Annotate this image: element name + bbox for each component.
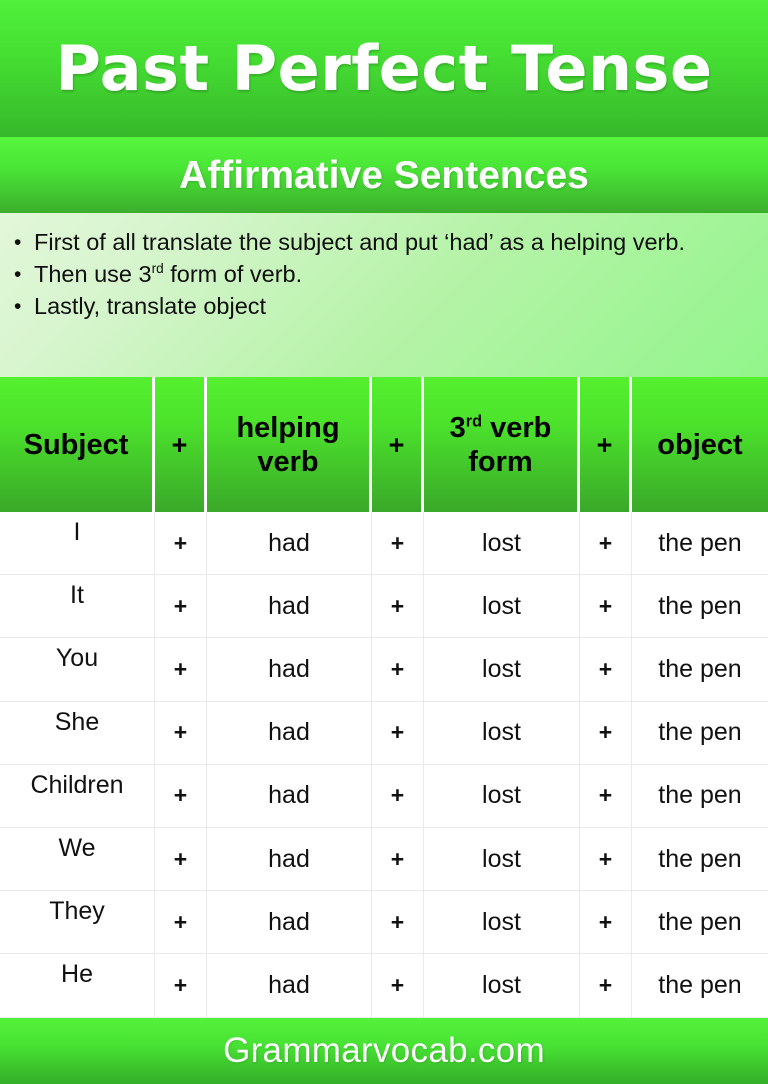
site-credit: Grammarvocab.com	[223, 1030, 545, 1070]
cell-object: the pen	[658, 907, 742, 936]
table-row: They + had + lost + the pen	[0, 891, 768, 955]
verb-form-ordinal-suffix: rd	[465, 411, 483, 430]
cell-plus-1: +	[155, 701, 207, 764]
cell-object: the pen	[658, 844, 742, 873]
table-row: You + had + lost + the pen	[0, 638, 768, 702]
cell-helping-verb: had	[207, 638, 372, 701]
column-header-verb-form-line2: form	[468, 445, 533, 478]
cell-plus-1: +	[155, 575, 207, 638]
table-row: We + had + lost + the pen	[0, 827, 768, 892]
cell-helping-verb: had	[207, 954, 372, 1017]
cell-helping-verb: had	[207, 764, 372, 827]
cell-object: the pen	[658, 591, 742, 620]
cell-plus-2: +	[372, 701, 424, 764]
rule-item: Then use 3rd form of verb.	[12, 259, 754, 290]
cell-subject: Children	[0, 764, 155, 827]
column-header-object: object	[657, 428, 743, 461]
rule-item: Lastly, translate object	[12, 291, 754, 322]
cell-verb-form: lost	[424, 512, 580, 575]
cell-subject: She	[0, 701, 155, 764]
cell-subject: It	[0, 575, 155, 638]
column-header-helping-verb-line1: helping	[236, 411, 340, 444]
column-header-plus-3: +	[580, 377, 632, 512]
rule-text-rest: form of verb.	[163, 261, 303, 287]
rule-text: Lastly, translate object	[34, 293, 267, 319]
subtitle: Affirmative Sentences	[179, 153, 589, 197]
cell-plus-1: +	[155, 891, 207, 954]
cell-plus-2: +	[372, 891, 424, 954]
cell-plus-3: +	[580, 512, 632, 575]
cell-subject: I	[0, 512, 155, 575]
cell-object: the pen	[658, 528, 742, 557]
cell-plus-2: +	[372, 512, 424, 575]
verb-form-ordinal: 3	[449, 411, 466, 444]
cell-plus-3: +	[580, 764, 632, 827]
cell-helping-verb: had	[207, 575, 372, 638]
cell-verb-form: lost	[424, 575, 580, 638]
rule-text: Then use 3	[34, 261, 152, 287]
cell-subject: He	[0, 954, 155, 1017]
table-row: I + had + lost + the pen	[0, 512, 768, 576]
cell-plus-1: +	[155, 827, 207, 891]
column-header-plus-2: +	[372, 377, 424, 512]
cell-verb-form: lost	[424, 638, 580, 701]
cell-object: the pen	[658, 781, 742, 810]
title-banner: Past Perfect Tense	[0, 0, 768, 137]
cell-plus-1: +	[155, 638, 207, 701]
verb-form-word: verb	[482, 411, 552, 444]
cell-verb-form: lost	[424, 891, 580, 954]
cell-subject: You	[0, 638, 155, 701]
cell-plus-1: +	[155, 954, 207, 1017]
cell-plus-3: +	[580, 575, 632, 638]
past-perfect-tense-poster: Past Perfect Tense Affirmative Sentences…	[0, 0, 768, 1084]
subtitle-banner: Affirmative Sentences	[0, 137, 768, 213]
cell-plus-3: +	[580, 954, 632, 1017]
cell-verb-form: lost	[424, 764, 580, 827]
cell-object: the pen	[658, 970, 742, 999]
cell-subject: They	[0, 891, 155, 954]
rule-ordinal-suffix: rd	[151, 261, 164, 277]
cell-plus-2: +	[372, 575, 424, 638]
cell-subject: We	[0, 827, 155, 891]
column-header-helping-verb: helping verb	[207, 377, 372, 512]
cell-plus-2: +	[372, 764, 424, 827]
cell-plus-3: +	[580, 638, 632, 701]
rule-text: First of all translate the subject and p…	[34, 229, 685, 255]
cell-plus-2: +	[372, 827, 424, 891]
cell-verb-form: lost	[424, 701, 580, 764]
table-row: He + had + lost + the pen	[0, 954, 768, 1018]
cell-plus-2: +	[372, 954, 424, 1017]
cell-object: the pen	[658, 718, 742, 747]
rule-item: First of all translate the subject and p…	[12, 227, 754, 258]
cell-plus-1: +	[155, 764, 207, 827]
cell-verb-form: lost	[424, 827, 580, 891]
column-header-verb-form: 3rd verb form	[424, 377, 580, 512]
cell-helping-verb: had	[207, 701, 372, 764]
cell-object: the pen	[658, 654, 742, 683]
rules-list: First of all translate the subject and p…	[12, 227, 754, 322]
column-header-verb-form-line1: 3rd verb	[450, 411, 552, 445]
cell-plus-1: +	[155, 512, 207, 575]
cell-plus-3: +	[580, 827, 632, 891]
column-header-plus-1: +	[155, 377, 207, 512]
rules-block: First of all translate the subject and p…	[0, 213, 768, 377]
page-title: Past Perfect Tense	[55, 31, 713, 105]
cell-plus-3: +	[580, 701, 632, 764]
column-header-helping-verb-line2: verb	[257, 445, 319, 478]
cell-plus-3: +	[580, 891, 632, 954]
table-row: Children + had + lost + the pen	[0, 764, 768, 828]
cell-helping-verb: had	[207, 891, 372, 954]
table-header-row: Subject + helping verb + 3rd verb form +…	[0, 377, 768, 512]
column-header-subject: Subject	[0, 377, 155, 512]
cell-plus-2: +	[372, 638, 424, 701]
table-row: It + had + lost + the pen	[0, 575, 768, 639]
cell-helping-verb: had	[207, 512, 372, 575]
structure-table: Subject + helping verb + 3rd verb form +…	[0, 377, 768, 1018]
table-row: She + had + lost + the pen	[0, 701, 768, 765]
footer-banner: Grammarvocab.com	[0, 1017, 768, 1084]
cell-verb-form: lost	[424, 954, 580, 1017]
cell-helping-verb: had	[207, 827, 372, 891]
